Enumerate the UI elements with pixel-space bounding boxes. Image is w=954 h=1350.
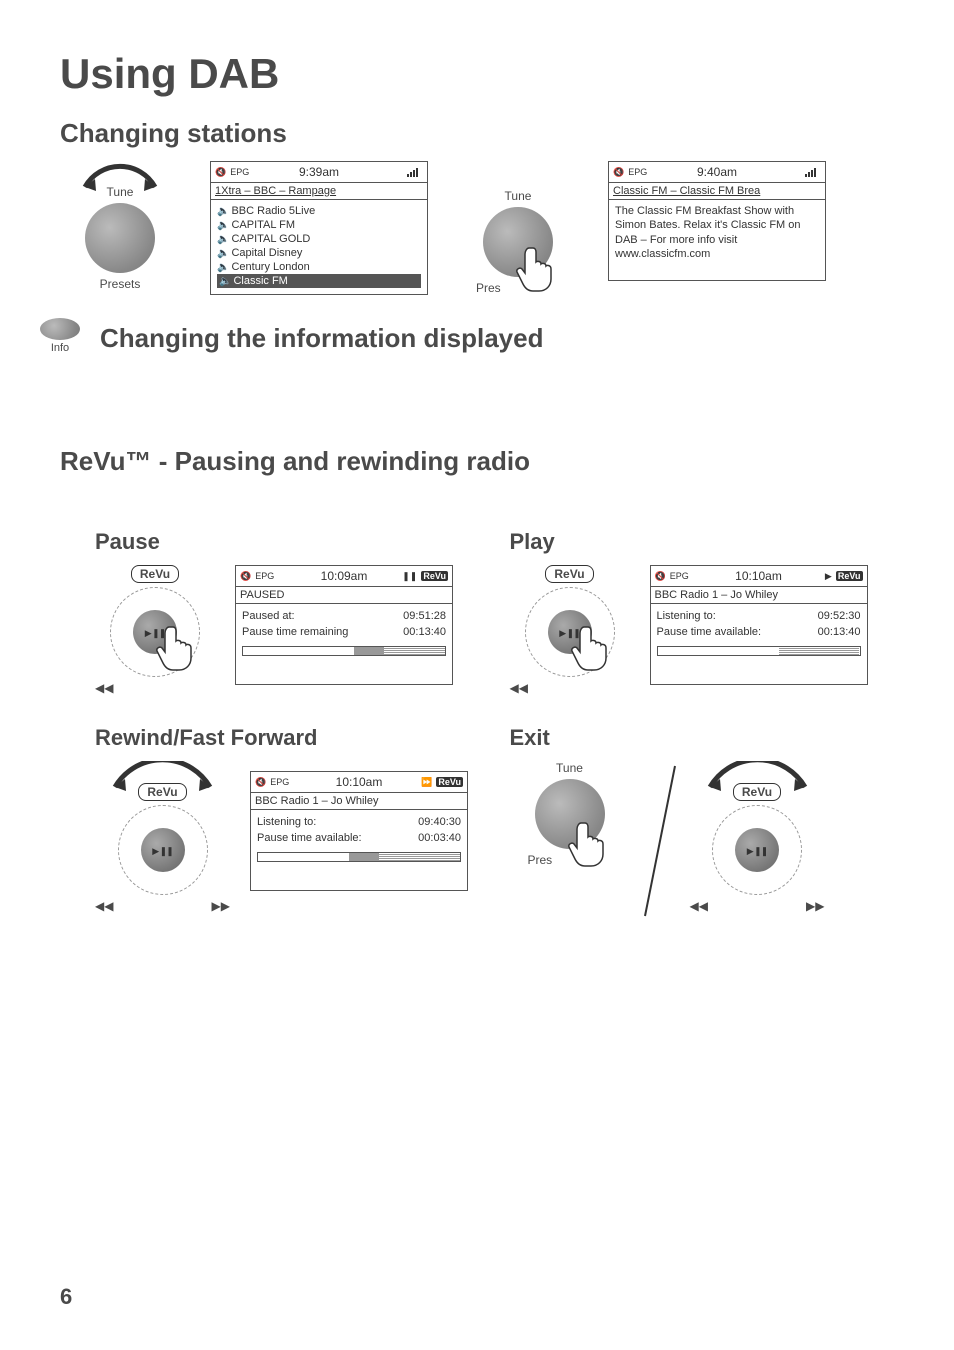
epg-icon: EPG	[670, 572, 689, 581]
rewind-icon: ◀◀	[510, 681, 528, 695]
rwff-v1: 09:40:30	[418, 816, 461, 828]
lcd-station-list: 🔇 EPG 9:39am 1Xtra – BBC – Rampage BBC Ra…	[210, 161, 428, 295]
rwff-status-icon: ⏩	[421, 777, 432, 788]
buffer-bar	[257, 852, 461, 862]
signal-icon	[407, 167, 423, 177]
tune-knob-push[interactable]: Tune Pres	[458, 161, 578, 295]
revu-label: ReVu	[545, 565, 593, 583]
lcd-rwff: 🔇 EPG 10:10am ⏩ ReVu BBC Radio 1 – Jo Whi…	[250, 771, 468, 891]
mute-icon: 🔇	[255, 778, 266, 787]
station-item: BBC Radio 5Live	[217, 204, 421, 218]
page-title: Using DAB	[60, 50, 894, 98]
play-heading: Play	[510, 529, 895, 555]
tune-label: Tune	[510, 761, 630, 775]
rewind-icon: ◀◀	[690, 899, 708, 913]
pause-k2: Pause time remaining	[242, 626, 348, 638]
exit-heading: Exit	[510, 725, 895, 751]
play-sub: BBC Radio 1 – Jo Whiley	[651, 586, 867, 604]
lcd2-text: The Classic FM Breakfast Show with Simon…	[615, 204, 819, 261]
rwff-sub: BBC Radio 1 – Jo Whiley	[251, 792, 467, 810]
play-k2: Pause time available:	[657, 626, 762, 638]
lcd-play: 🔇 EPG 10:10am ▶ ReVu BBC Radio 1 – Jo Whi…	[650, 565, 868, 685]
pause-sub: PAUSED	[236, 586, 452, 604]
pause-time: 10:09am	[321, 569, 368, 583]
rwff-heading: Rewind/Fast Forward	[95, 725, 480, 751]
play-k1: Listening to:	[657, 610, 716, 622]
buffer-bar	[657, 646, 861, 656]
page-number: 6	[60, 1284, 72, 1310]
mute-icon: 🔇	[613, 168, 624, 177]
presets-label: Presets	[60, 277, 180, 291]
hand-pointer-icon	[568, 625, 614, 671]
ffwd-icon: ▶▶	[212, 899, 230, 913]
revu-label: ReVu	[131, 565, 179, 583]
info-button-block: Info	[40, 318, 80, 354]
pause-status-icon: ❚❚	[402, 571, 417, 582]
tune-knob-icon	[85, 203, 155, 273]
exit-tune-knob[interactable]: Tune Pres	[510, 761, 630, 867]
station-item: Capital Disney	[217, 246, 421, 260]
section-changing-stations: Changing stations	[60, 118, 894, 149]
ffwd-icon: ▶▶	[806, 899, 824, 913]
mute-icon: 🔇	[240, 572, 251, 581]
buffer-bar	[242, 646, 446, 656]
station-item: CAPITAL FM	[217, 218, 421, 232]
signal-icon	[805, 167, 821, 177]
play-pause-center-icon	[735, 828, 779, 872]
hand-pointer-icon	[513, 246, 559, 292]
info-button[interactable]	[40, 318, 80, 340]
lcd2-subtitle: Classic FM – Classic FM Brea	[609, 182, 825, 200]
station-item: CAPITAL GOLD	[217, 232, 421, 246]
mute-icon: 🔇	[655, 572, 666, 581]
hand-pointer-icon	[565, 821, 611, 867]
lcd1-time: 9:39am	[299, 165, 339, 179]
rewind-icon: ◀◀	[95, 681, 113, 695]
revu-badge-icon: ReVu	[436, 777, 463, 787]
exit-revu-dial[interactable]: ReVu ◀◀ ▶▶	[690, 761, 825, 913]
lcd2-time: 9:40am	[697, 165, 737, 179]
play-status-icon: ▶	[825, 571, 832, 582]
rwff-k2: Pause time available:	[257, 832, 362, 844]
station-item: Century London	[217, 260, 421, 274]
epg-icon: EPG	[255, 572, 274, 581]
rewind-icon: ◀◀	[95, 899, 113, 913]
rwff-time: 10:10am	[336, 775, 383, 789]
epg-icon: EPG	[230, 168, 249, 177]
revu-play-button[interactable]: ReVu ◀◀	[510, 565, 630, 695]
rotate-arrows-icon	[60, 157, 180, 193]
play-v1: 09:52:30	[818, 610, 861, 622]
play-time: 10:10am	[735, 569, 782, 583]
lcd-pause: 🔇 EPG 10:09am ❚❚ ReVu PAUSED Paused at: 09…	[235, 565, 453, 685]
hand-pointer-icon	[153, 625, 199, 671]
revu-rewind-dial[interactable]: ReVu ◀◀ ▶▶	[95, 761, 230, 913]
section-changing-info: Changing the information displayed	[100, 323, 894, 354]
tune-knob-rotate[interactable]: Tune Presets	[60, 161, 180, 291]
play-pause-center-icon	[141, 828, 185, 872]
epg-icon: EPG	[270, 778, 289, 787]
lcd-now-playing: 🔇 EPG 9:40am Classic FM – Classic FM Brea…	[608, 161, 826, 281]
info-label: Info	[40, 342, 80, 354]
mute-icon: 🔇	[215, 168, 226, 177]
section-revu: ReVu™ - Pausing and rewinding radio	[60, 446, 894, 477]
play-v2: 00:13:40	[818, 626, 861, 638]
revu-badge-icon: ReVu	[836, 571, 863, 581]
station-item-selected: Classic FM	[217, 274, 421, 288]
rwff-v2: 00:03:40	[418, 832, 461, 844]
tune-label: Tune	[458, 189, 578, 203]
revu-badge-icon: ReVu	[421, 571, 448, 581]
rwff-k1: Listening to:	[257, 816, 316, 828]
pause-heading: Pause	[95, 529, 480, 555]
pause-k1: Paused at:	[242, 610, 295, 622]
lcd1-subtitle: 1Xtra – BBC – Rampage	[211, 182, 427, 200]
divider-slash-icon	[640, 761, 680, 921]
epg-icon: EPG	[628, 168, 647, 177]
revu-pause-button[interactable]: ReVu ◀◀	[95, 565, 215, 695]
pause-v2: 00:13:40	[403, 626, 446, 638]
pause-v1: 09:51:28	[403, 610, 446, 622]
